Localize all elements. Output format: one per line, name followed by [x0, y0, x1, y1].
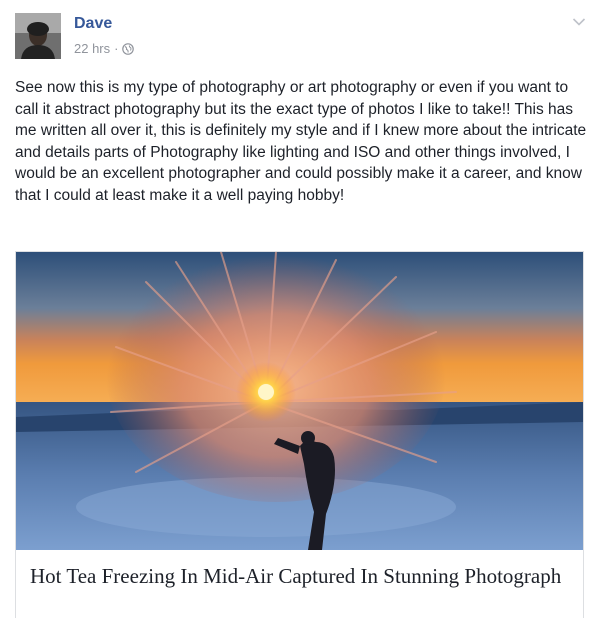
post-meta: 22 hrs · — [74, 41, 135, 56]
link-preview[interactable]: Hot Tea Freezing In Mid-Air Captured In … — [15, 251, 584, 618]
chevron-down-icon[interactable] — [572, 14, 586, 26]
post-text: See now this is my type of photography o… — [15, 79, 587, 204]
link-preview-title[interactable]: Hot Tea Freezing In Mid-Air Captured In … — [30, 563, 570, 589]
avatar[interactable] — [15, 13, 61, 59]
globe-icon[interactable] — [122, 42, 135, 55]
author-name[interactable]: Dave — [74, 15, 112, 33]
meta-separator: · — [114, 41, 119, 56]
timestamp[interactable]: 22 hrs — [74, 41, 110, 56]
feed-post: Dave 22 hrs · See now this is my type of… — [0, 0, 600, 618]
link-preview-image[interactable] — [16, 252, 583, 550]
